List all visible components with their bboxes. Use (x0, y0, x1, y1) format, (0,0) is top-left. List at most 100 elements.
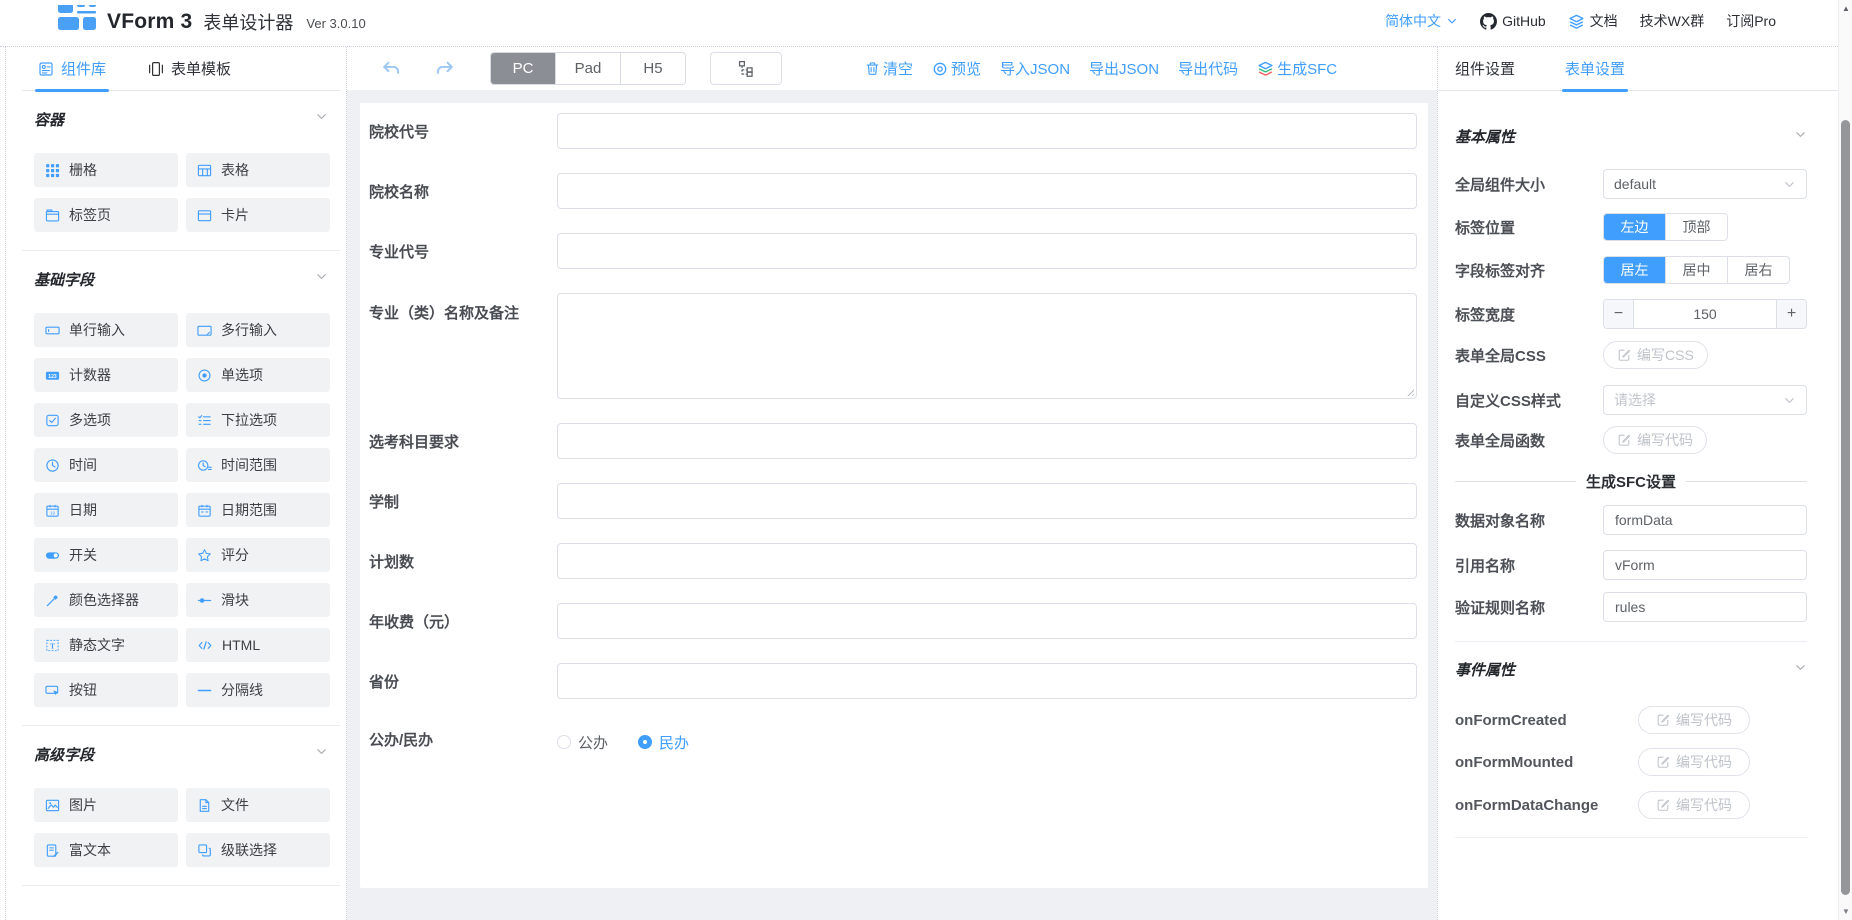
widget-item-radio[interactable]: 单选项 (186, 358, 330, 392)
widget-item-input[interactable]: 单行输入 (34, 313, 178, 347)
widget-item-divider[interactable]: 分隔线 (186, 673, 330, 707)
label-align-option[interactable]: 居中 (1665, 257, 1727, 283)
text-input[interactable] (557, 423, 1417, 459)
tab-form-settings[interactable]: 表单设置 (1565, 47, 1625, 90)
github-link[interactable]: GitHub (1480, 13, 1546, 30)
chevron-down-icon[interactable] (1794, 128, 1807, 145)
chevron-down-icon[interactable] (315, 270, 328, 288)
widget-item-static-text[interactable]: T静态文字 (34, 628, 178, 662)
widget-item-cascader[interactable]: 级联选择 (186, 833, 330, 867)
form-widget-row[interactable]: 学制 (369, 483, 1428, 519)
scroll-up-arrow-icon[interactable]: ▲ (1839, 4, 1852, 13)
widget-item-date[interactable]: 19日期 (34, 493, 178, 527)
global-size-select[interactable]: default (1603, 169, 1807, 199)
form-widget-row[interactable]: 选考科目要求 (369, 423, 1428, 459)
undo-icon[interactable] (380, 58, 401, 79)
scroll-down-arrow-icon[interactable]: ▼ (1839, 907, 1852, 916)
radio-option[interactable]: 公办 (557, 732, 608, 753)
edit-global-functions-button[interactable]: 编写代码 (1603, 426, 1707, 454)
widget-item-time[interactable]: 时间 (34, 448, 178, 482)
left-edge-border (5, 47, 6, 920)
widget-item-tab-page[interactable]: 标签页 (34, 198, 178, 232)
widget-item-rich-editor[interactable]: 富文本 (34, 833, 178, 867)
text-input[interactable] (557, 173, 1417, 209)
widget-item-number[interactable]: 123计数器 (34, 358, 178, 392)
export-json-button[interactable]: 导出JSON (1089, 58, 1159, 79)
rules-name-input[interactable]: rules (1603, 592, 1807, 622)
form-widget-area[interactable]: 院校代号院校名称专业代号专业（类）名称及备注选考科目要求学制计划数年收费（元） 省… (360, 103, 1428, 888)
custom-css-select[interactable]: 请选择 (1603, 385, 1807, 415)
clear-button[interactable]: 清空 (865, 58, 913, 79)
widget-item-date-range[interactable]: 日期范围 (186, 493, 330, 527)
device-pad-button[interactable]: Pad (555, 53, 620, 84)
decrease-button[interactable]: − (1604, 300, 1634, 328)
docs-link[interactable]: 文档 (1568, 11, 1618, 31)
widget-item-textarea[interactable]: 多行输入 (186, 313, 330, 347)
device-h5-button[interactable]: H5 (620, 53, 685, 84)
edit-code-button[interactable]: 编写代码 (1638, 748, 1750, 776)
label-align-option[interactable]: 居左 (1604, 257, 1665, 283)
label-position-option[interactable]: 顶部 (1665, 214, 1727, 240)
language-select[interactable]: 简体中文 (1385, 11, 1458, 31)
text-input[interactable] (557, 483, 1417, 519)
widget-item-table[interactable]: 表格 (186, 153, 330, 187)
widget-item-color-picker[interactable]: 颜色选择器 (34, 583, 178, 617)
device-pc-button[interactable]: PC (491, 53, 555, 84)
design-canvas[interactable]: 院校代号院校名称专业代号专业（类）名称及备注选考科目要求学制计划数年收费（元） 省… (347, 90, 1437, 920)
widget-item-file[interactable]: 文件 (186, 788, 330, 822)
form-widget-row[interactable]: 院校名称 (369, 173, 1428, 209)
textarea-input[interactable] (557, 293, 1417, 399)
import-json-button[interactable]: 导入JSON (1000, 58, 1070, 79)
widget-item-button[interactable]: 按钮 (34, 673, 178, 707)
sidebar-tab-templates[interactable]: 表单模板 (148, 47, 231, 90)
label-align-option[interactable]: 居右 (1727, 257, 1789, 283)
widget-item-card[interactable]: 卡片 (186, 198, 330, 232)
label-width-value[interactable]: 150 (1634, 300, 1776, 328)
widget-item-grid[interactable]: 栅格 (34, 153, 178, 187)
widget-item-rate[interactable]: 评分 (186, 538, 330, 572)
node-tree-button[interactable] (710, 52, 782, 85)
edit-code-button[interactable]: 编写代码 (1638, 706, 1750, 734)
widget-item-switch[interactable]: 开关 (34, 538, 178, 572)
label-position-option[interactable]: 左边 (1604, 214, 1665, 240)
form-widget-row[interactable]: 专业代号 (369, 233, 1428, 269)
form-widget-row[interactable]: 专业（类）名称及备注 (369, 293, 1428, 399)
chevron-down-icon[interactable] (315, 745, 328, 763)
increase-button[interactable]: + (1776, 300, 1806, 328)
page-scrollbar[interactable]: ▲ ▼ (1838, 0, 1852, 920)
resize-grip-icon[interactable] (1405, 387, 1414, 396)
scrollbar-thumb[interactable] (1841, 120, 1850, 895)
form-widget-row[interactable]: 院校代号 (369, 113, 1428, 149)
chevron-down-icon[interactable] (1794, 661, 1807, 678)
chevron-down-icon[interactable] (315, 110, 328, 128)
text-input[interactable] (557, 663, 1417, 699)
edit-css-button[interactable]: 编写CSS (1603, 341, 1708, 369)
text-input[interactable] (557, 543, 1417, 579)
preview-button[interactable]: 预览 (932, 58, 981, 79)
tab-widget-settings[interactable]: 组件设置 (1455, 47, 1515, 90)
widget-item-time-range[interactable]: 时间范围 (186, 448, 330, 482)
redo-icon[interactable] (435, 58, 456, 79)
sidebar-tab-widgets[interactable]: 组件库 (38, 47, 106, 90)
data-object-name-input[interactable]: formData (1603, 505, 1807, 535)
widget-section-title: 高级字段 (34, 744, 94, 765)
text-input[interactable] (557, 113, 1417, 149)
export-code-button[interactable]: 导出代码 (1178, 58, 1238, 79)
widget-item-checkbox[interactable]: 多选项 (34, 403, 178, 437)
radio-option-selected[interactable]: 民办 (638, 732, 689, 753)
form-widget-row[interactable]: 公办/民办公办民办 (369, 723, 1428, 755)
form-widget-row[interactable]: 计划数 (369, 543, 1428, 579)
text-input[interactable] (557, 233, 1417, 269)
form-widget-row[interactable]: 年收费（元） (369, 603, 1428, 639)
widget-item-select[interactable]: 下拉选项 (186, 403, 330, 437)
generate-sfc-button[interactable]: 生成SFC (1257, 58, 1337, 79)
wx-group-link[interactable]: 技术WX群 (1640, 11, 1705, 31)
widget-item-slider[interactable]: 滑块 (186, 583, 330, 617)
subscribe-pro-link[interactable]: 订阅Pro (1726, 11, 1776, 31)
widget-item-html[interactable]: HTML (186, 628, 330, 662)
edit-code-button[interactable]: 编写代码 (1638, 791, 1750, 819)
ref-name-input[interactable]: vForm (1603, 550, 1807, 580)
widget-item-picture[interactable]: 图片 (34, 788, 178, 822)
form-widget-row[interactable]: 省份 (369, 663, 1428, 699)
text-input[interactable] (557, 603, 1417, 639)
